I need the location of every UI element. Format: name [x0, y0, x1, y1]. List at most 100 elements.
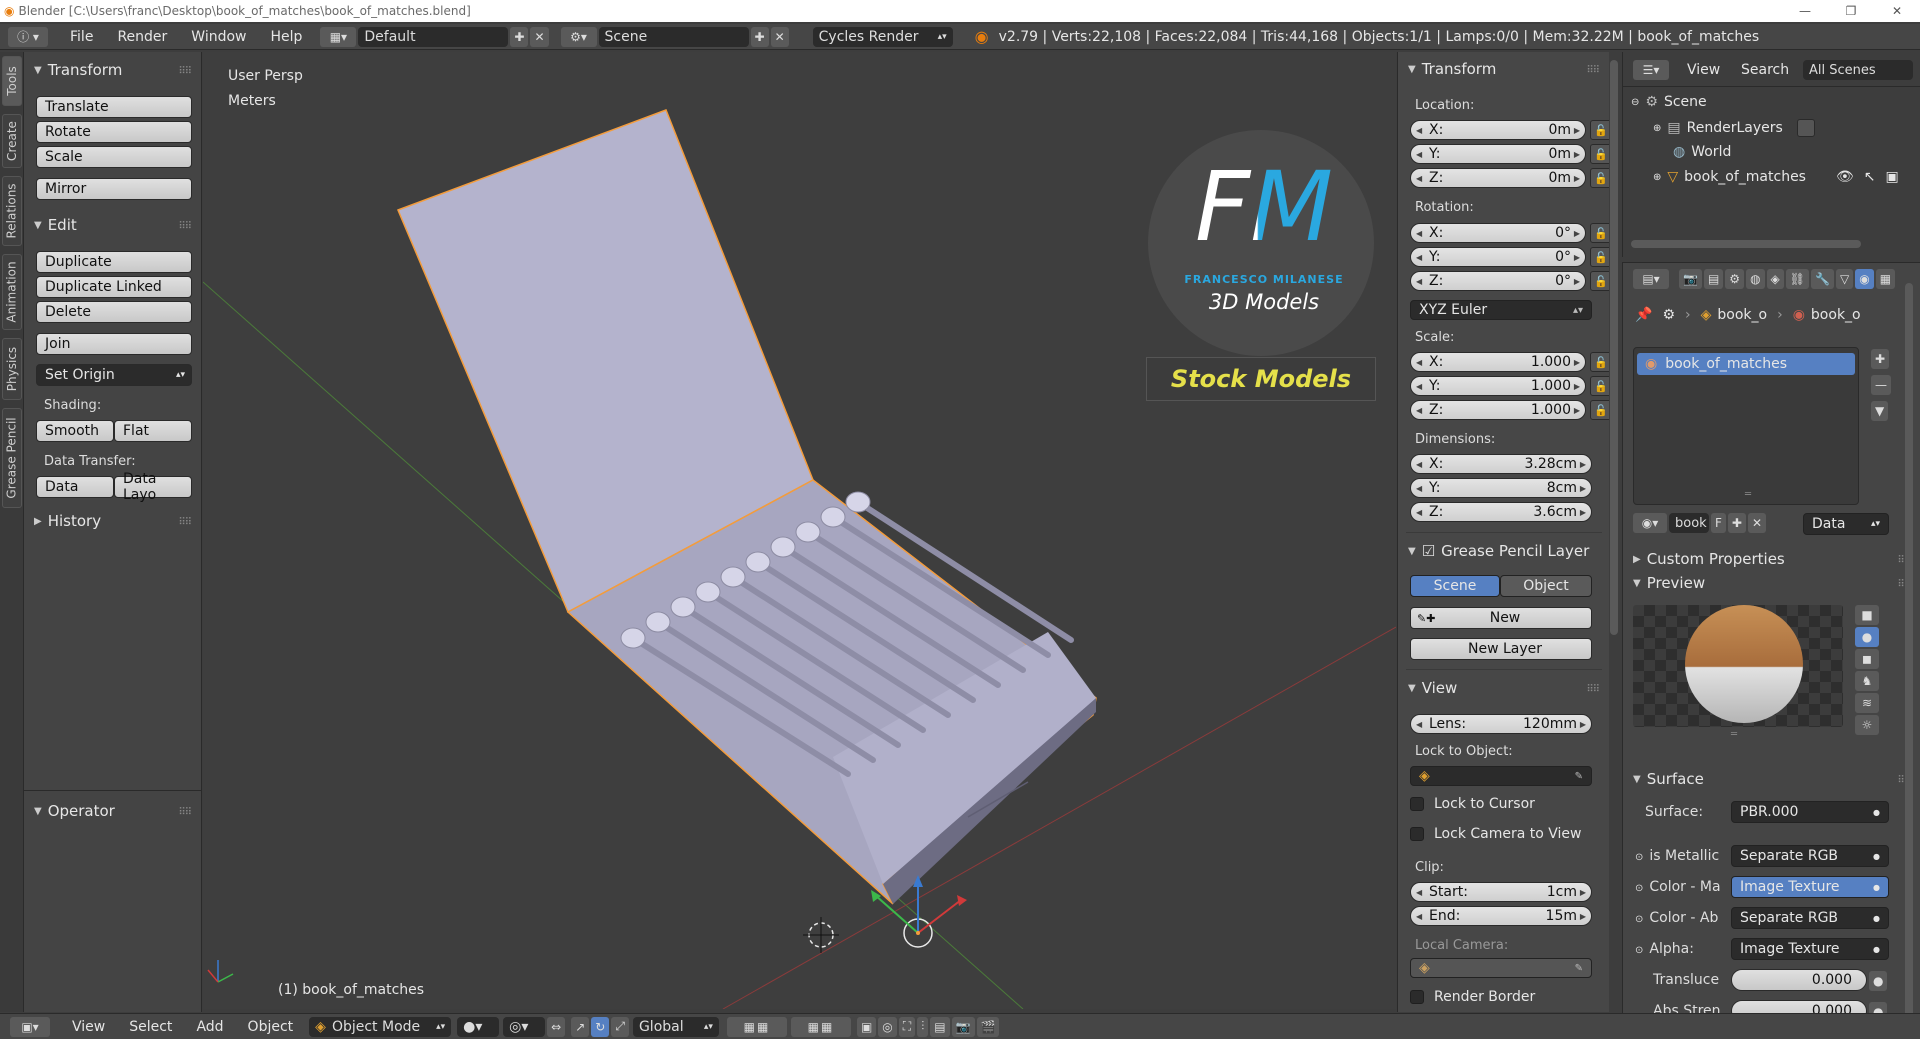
menu-object[interactable]: Object [236, 1019, 306, 1035]
screen-layout-icon[interactable]: ▦▾ [320, 26, 357, 47]
data-layout-button[interactable]: Data Layo [114, 471, 192, 503]
scale-x-field[interactable]: ◀ X: 1.000 ▶ [1410, 352, 1586, 372]
scale-y-field[interactable]: ◀ Y: 1.000 ▶ [1410, 376, 1586, 396]
rotation-z-field[interactable]: ◀ Z: 0° ▶ [1410, 271, 1586, 291]
3d-viewport[interactable]: User Persp Meters (1) book_of_matches FM… [203, 52, 1396, 1009]
surface-shader-dropdown[interactable]: PBR.000 ● [1731, 801, 1889, 823]
lock-icon[interactable]: 🔓 [1590, 271, 1609, 291]
metallic-input-dropdown[interactable]: Separate RGB ● [1731, 845, 1889, 867]
new-material-icon[interactable]: ✚ [1727, 513, 1746, 533]
location-y-field[interactable]: ◀ Y: 0m ▶ [1410, 144, 1586, 164]
view-panel-header[interactable]: ▼ View [1408, 679, 1457, 697]
select-arrow-icon[interactable]: ↖ [1864, 169, 1876, 185]
opengl-render-icon[interactable]: ▤ [930, 1016, 950, 1037]
layers-grid-2[interactable]: ▦▦ [790, 1016, 851, 1037]
mode-dropdown[interactable]: ◈ Object Mode ▴▾ [309, 1016, 452, 1037]
custom-properties-header[interactable]: ▶ Custom Properties [1633, 550, 1785, 568]
material-browse-icon[interactable]: ◉▾ [1633, 513, 1667, 533]
render-layer-toggle-icon[interactable] [1796, 119, 1815, 137]
scale-manipulator-icon[interactable]: ⤢ [611, 1016, 629, 1037]
lock-icon[interactable]: 🔓 [1590, 223, 1609, 243]
new-layer-button[interactable]: New Layer [1410, 638, 1592, 660]
unlink-material-icon[interactable]: ✕ [1747, 513, 1767, 533]
drag-grip-icon[interactable]: ⠿⠿ [178, 221, 192, 232]
add-scene-icon[interactable]: ✚ [750, 26, 769, 47]
outliner-view-menu[interactable]: View [1687, 62, 1720, 78]
object-tab-button[interactable]: Object [1500, 575, 1592, 597]
scene-tab-icon[interactable]: ⚙ [1725, 269, 1745, 289]
preview-flat-icon[interactable]: ■ [1855, 605, 1879, 625]
lock-object-field[interactable]: ◈ ✎ [1410, 766, 1592, 786]
render-tab-icon[interactable]: 📷 [1679, 269, 1702, 289]
menu-view[interactable]: View [60, 1019, 117, 1035]
3d-cursor-icon[interactable] [803, 917, 839, 953]
transform-panel-header[interactable]: ▼ Transform [34, 61, 122, 79]
lens-field[interactable]: ◀ Lens: 120mm ▶ [1410, 714, 1592, 734]
view3d-editor-type-icon[interactable]: ▣▾ [10, 1016, 50, 1037]
drag-grip-icon[interactable]: ⠿⠿ [1586, 65, 1600, 76]
add-layout-icon[interactable]: ✚ [510, 26, 529, 47]
translate-manipulator-icon[interactable]: ↗ [571, 1016, 590, 1037]
lock-to-cursor-checkbox[interactable]: Lock to Cursor [1410, 796, 1535, 812]
flat-button[interactable]: Flat [114, 420, 192, 442]
edit-panel-header[interactable]: ▼ Edit [34, 216, 77, 234]
lock-icon[interactable]: 🔓 [1590, 352, 1609, 372]
drag-grip-icon[interactable]: ⠿⠿ [178, 517, 192, 528]
data-tab-icon[interactable]: ▽ [1835, 269, 1854, 289]
tab-physics[interactable]: Physics [2, 338, 22, 400]
surface-header[interactable]: ▼ Surface [1633, 770, 1704, 788]
tab-grease-pencil[interactable]: Grease Pencil [2, 408, 22, 508]
preview-cube-icon[interactable]: ◼ [1855, 649, 1879, 669]
render-border-checkbox[interactable]: Render Border [1410, 989, 1535, 1005]
drag-grip-icon[interactable]: ⠿⠿ [1586, 684, 1600, 695]
screen-layout-select[interactable]: Default [358, 26, 509, 47]
outliner-scrollbar[interactable] [1631, 240, 1861, 248]
mirror-button[interactable]: Mirror [36, 178, 192, 200]
snap-element-icon[interactable]: ⫶ [917, 1016, 929, 1037]
duplicate-button[interactable]: Duplicate [36, 251, 192, 273]
remove-layout-icon[interactable]: ✕ [530, 26, 549, 47]
menu-render[interactable]: Render [105, 29, 179, 45]
delete-button[interactable]: Delete [36, 301, 192, 323]
close-button[interactable]: ✕ [1874, 0, 1920, 22]
scene-tab-button[interactable]: Scene [1410, 575, 1500, 597]
rotate-button[interactable]: Rotate [36, 121, 192, 143]
eyedropper-icon[interactable]: ✎ [1575, 963, 1583, 974]
outliner-search-menu[interactable]: Search [1741, 62, 1789, 78]
outliner-item-scene[interactable]: ⊖ ⚙ Scene [1631, 94, 1707, 110]
transform-orientation-dropdown[interactable]: Global ▴▾ [632, 1016, 719, 1037]
color-ma-input-dropdown[interactable]: Image Texture ● [1731, 876, 1889, 898]
properties-editor-type-icon[interactable]: ▤▾ [1633, 269, 1669, 289]
menu-select[interactable]: Select [117, 1019, 184, 1035]
layers-tab-icon[interactable]: ▤ [1703, 269, 1724, 289]
clip-start-field[interactable]: ◀ Start: 1cm ▶ [1410, 882, 1592, 902]
lock-icon[interactable]: 🔓 [1590, 400, 1609, 420]
slot-menu-icon[interactable]: ▼ [1871, 401, 1889, 421]
constraints-tab-icon[interactable]: ⛓ [1785, 269, 1810, 289]
grease-pencil-panel-header[interactable]: ▼ ☑ Grease Pencil Layer [1408, 542, 1589, 560]
layers-grid-1[interactable]: ▦▦ [726, 1016, 787, 1037]
dimensions-y-field[interactable]: ◀ Y: 8cm ▶ [1410, 478, 1592, 498]
link-data-dropdown[interactable]: Data ▴▾ [1803, 513, 1889, 535]
preview-sky-icon[interactable]: ☼ [1855, 715, 1879, 735]
menu-window[interactable]: Window [179, 29, 258, 45]
outliner-item-world[interactable]: ◍ World [1673, 144, 1731, 160]
npanel-scrollbar[interactable] [1610, 60, 1618, 635]
rotation-y-field[interactable]: ◀ Y: 0° ▶ [1410, 247, 1586, 267]
lock-icon[interactable]: 🔓 [1590, 376, 1609, 396]
transform-panel-header[interactable]: ▼ Transform [1408, 60, 1496, 78]
add-slot-icon[interactable]: ✚ [1871, 349, 1890, 369]
alpha-input-dropdown[interactable]: Image Texture ● [1731, 938, 1889, 960]
preview-hair-icon[interactable]: ≋ [1855, 693, 1879, 713]
render-engine-select[interactable]: Cycles Render ▴▾ [812, 26, 953, 47]
smooth-button[interactable]: Smooth [36, 420, 114, 442]
lock-icon[interactable]: 🔓 [1590, 120, 1609, 140]
lock-icon[interactable]: 🔓 [1590, 144, 1609, 164]
lock-icon[interactable]: 🔓 [1590, 168, 1609, 188]
menu-file[interactable]: File [58, 29, 105, 45]
socket-link-icon[interactable]: ● [1869, 971, 1888, 991]
location-x-field[interactable]: ◀ X: 0m ▶ [1410, 120, 1586, 140]
preview-monkey-icon[interactable]: ♞ [1855, 671, 1879, 691]
fake-user-button[interactable]: F [1711, 513, 1726, 533]
remove-slot-icon[interactable]: — [1871, 375, 1891, 395]
